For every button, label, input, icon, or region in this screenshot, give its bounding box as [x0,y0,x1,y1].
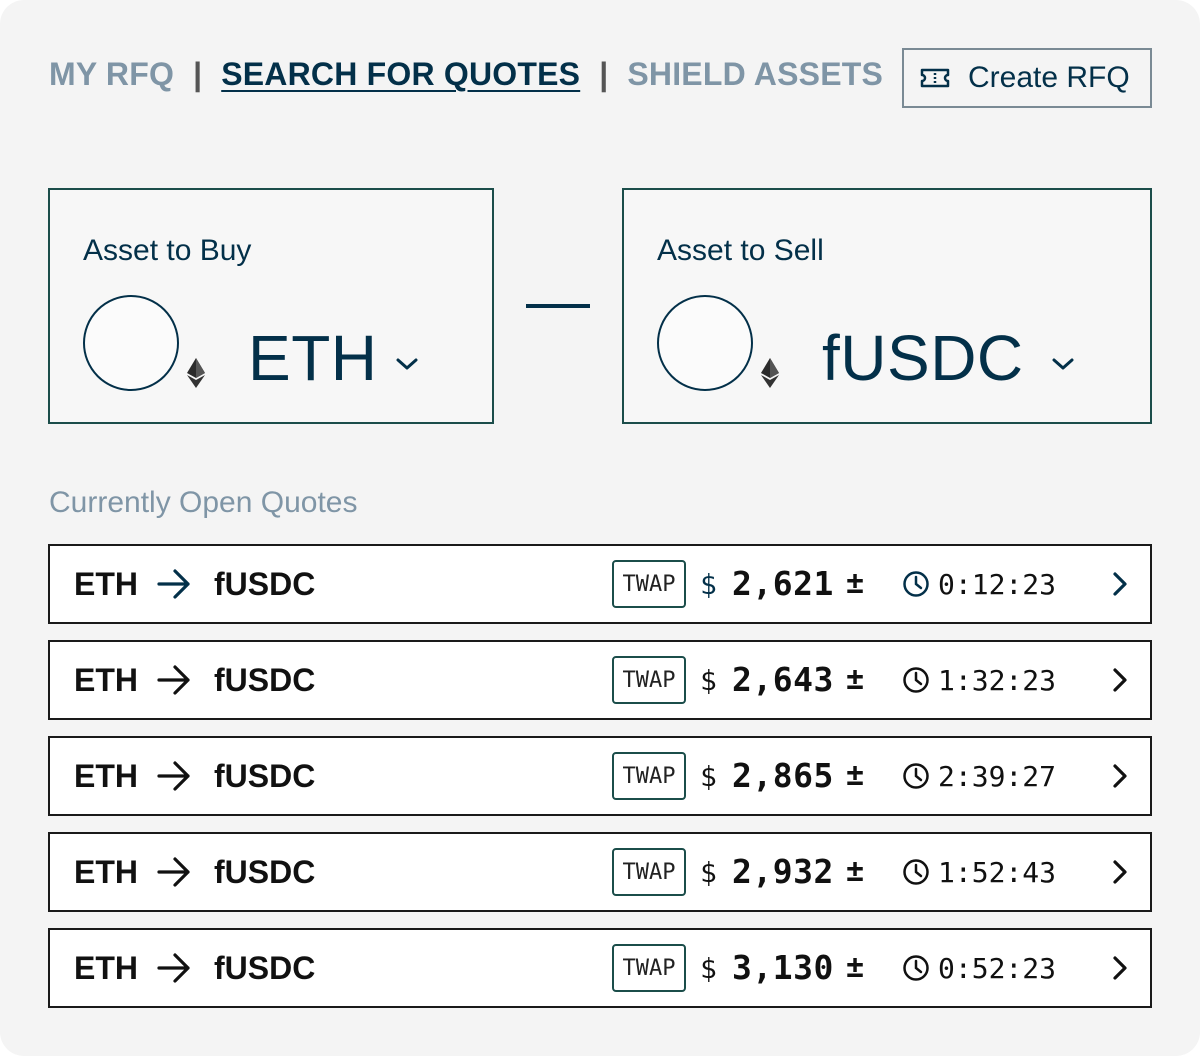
quote-from-asset: ETH [74,950,138,986]
tab-shield-assets[interactable]: SHIELD ASSETS [627,56,883,93]
buy-asset-symbol: ETH [248,322,378,394]
create-rfq-button[interactable]: Create RFQ [902,48,1152,108]
quote-price: 2,643 [732,660,834,699]
plus-minus-symbol: ± [846,950,865,985]
arrow-right-icon [157,953,190,983]
plus-minus-symbol: ± [846,758,865,793]
chevron-right-icon[interactable] [1110,954,1130,982]
twap-badge: TWAP [612,656,686,704]
currency-symbol: $ [700,760,717,793]
ethereum-icon [187,358,205,388]
plus-minus-symbol: ± [846,854,865,889]
quote-row[interactable]: ETH fUSDC TWAP $ 2,621 ± 0:12:23 [48,544,1152,624]
twap-badge: TWAP [612,752,686,800]
ethereum-icon [761,358,779,388]
twap-badge: TWAP [612,944,686,992]
arrow-right-icon [157,761,190,791]
quote-from-asset: ETH [74,758,138,794]
chevron-right-icon[interactable] [1110,762,1130,790]
quote-time-remaining: 1:32:23 [938,664,1057,697]
pair-separator-dash [526,304,590,308]
quote-row[interactable]: ETH fUSDC TWAP $ 2,865 ± 2:39:27 [48,736,1152,816]
buy-token-logo [83,295,179,391]
sell-token-logo [657,295,753,391]
quote-row[interactable]: ETH fUSDC TWAP $ 2,643 ± 1:32:23 [48,640,1152,720]
quote-to-asset: fUSDC [214,758,316,794]
arrow-right-icon [157,569,190,599]
twap-badge: TWAP [612,560,686,608]
clock-icon [903,955,929,981]
quote-to-asset: fUSDC [214,854,316,890]
asset-to-buy-selector[interactable]: Asset to Buy ETH [48,188,494,424]
nav-separator: | [599,56,609,92]
currency-symbol: $ [700,856,717,889]
chevron-down-icon[interactable] [394,356,420,372]
nav-separator: | [193,56,203,92]
chevron-right-icon[interactable] [1110,666,1130,694]
quote-price: 2,932 [732,852,834,891]
plus-minus-symbol: ± [846,662,865,697]
chevron-down-icon[interactable] [1050,356,1076,372]
top-nav: MY RFQ | SEARCH FOR QUOTES | SHIELD ASSE… [49,56,883,93]
quote-to-asset: fUSDC [214,662,316,698]
quote-to-asset: fUSDC [214,566,316,602]
arrow-right-icon [157,665,190,695]
twap-badge: TWAP [612,848,686,896]
currency-symbol: $ [700,952,717,985]
asset-to-buy-label: Asset to Buy [83,234,252,267]
quote-from-asset: ETH [74,662,138,698]
clock-icon [903,763,929,789]
chevron-right-icon[interactable] [1110,858,1130,886]
currency-symbol: $ [700,664,717,697]
plus-minus-symbol: ± [846,566,865,601]
sell-asset-symbol: fUSDC [822,322,1024,394]
arrow-right-icon [157,857,190,887]
quote-row[interactable]: ETH fUSDC TWAP $ 2,932 ± 1:52:43 [48,832,1152,912]
quote-row[interactable]: ETH fUSDC TWAP $ 3,130 ± 0:52:23 [48,928,1152,1008]
quote-price: 3,130 [732,948,834,987]
ticket-icon [920,68,950,88]
rfq-panel: MY RFQ | SEARCH FOR QUOTES | SHIELD ASSE… [0,0,1200,1056]
open-quotes-heading: Currently Open Quotes [49,486,358,519]
currency-symbol: $ [700,568,717,601]
quote-time-remaining: 1:52:43 [938,856,1057,889]
quote-from-asset: ETH [74,566,138,602]
quote-time-remaining: 0:52:23 [938,952,1057,985]
tab-my-rfq[interactable]: MY RFQ [49,56,174,93]
quote-to-asset: fUSDC [214,950,316,986]
clock-icon [903,571,929,597]
quote-price: 2,621 [732,564,834,603]
chevron-right-icon[interactable] [1110,570,1130,598]
clock-icon [903,859,929,885]
create-rfq-label: Create RFQ [968,61,1130,94]
asset-to-sell-selector[interactable]: Asset to Sell fUSDC [622,188,1152,424]
clock-icon [903,667,929,693]
tab-search-for-quotes[interactable]: SEARCH FOR QUOTES [221,56,580,93]
quote-time-remaining: 0:12:23 [938,568,1057,601]
quote-from-asset: ETH [74,854,138,890]
quote-time-remaining: 2:39:27 [938,760,1057,793]
asset-to-sell-label: Asset to Sell [657,234,824,267]
quote-price: 2,865 [732,756,834,795]
